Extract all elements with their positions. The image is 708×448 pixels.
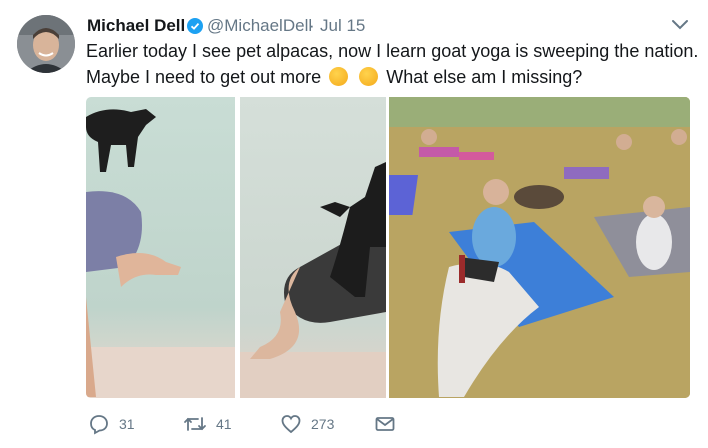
reply-button[interactable]: 31 [88,412,135,436]
author-name[interactable]: Michael Dell [87,16,185,36]
photo-goat-on-yoga-leg[interactable] [86,97,235,398]
thinking-face-icon [329,67,349,86]
retweet-icon [184,417,206,431]
tweet-text-line-1: Earlier today I see pet alpacas, now I l… [86,41,699,61]
media-grid [86,97,690,398]
like-count: 273 [311,416,335,432]
retweet-button[interactable]: 41 [183,412,232,436]
retweet-count: 41 [216,416,232,432]
direct-message-button[interactable] [374,412,405,436]
reply-icon [90,415,108,435]
like-button[interactable]: 273 [280,412,334,436]
heart-icon [281,415,301,434]
tweet-text-part-a: Maybe I need to get out more [86,67,322,87]
upside-down-face-icon [359,67,379,86]
tweet-actions: 31 41 273 [86,412,486,436]
envelope-icon [375,417,395,431]
separator: · [309,16,315,35]
photo-outdoor-goat-yoga-class[interactable] [372,97,690,398]
chevron-down-icon[interactable] [670,18,690,32]
reply-count: 31 [119,416,135,432]
verified-badge-icon [187,18,203,39]
photo-goat-on-back[interactable] [240,97,386,398]
tweet-text: Earlier today I see pet alpacas, now I l… [86,38,699,90]
tweet-date[interactable]: Jul 15 [320,16,365,36]
tweet-text-line-2: Maybe I need to get out more What else a… [86,64,696,90]
avatar[interactable] [17,15,75,73]
author-handle[interactable]: @MichaelDell [207,16,312,36]
tweet-text-part-b: What else am I missing? [386,67,583,87]
